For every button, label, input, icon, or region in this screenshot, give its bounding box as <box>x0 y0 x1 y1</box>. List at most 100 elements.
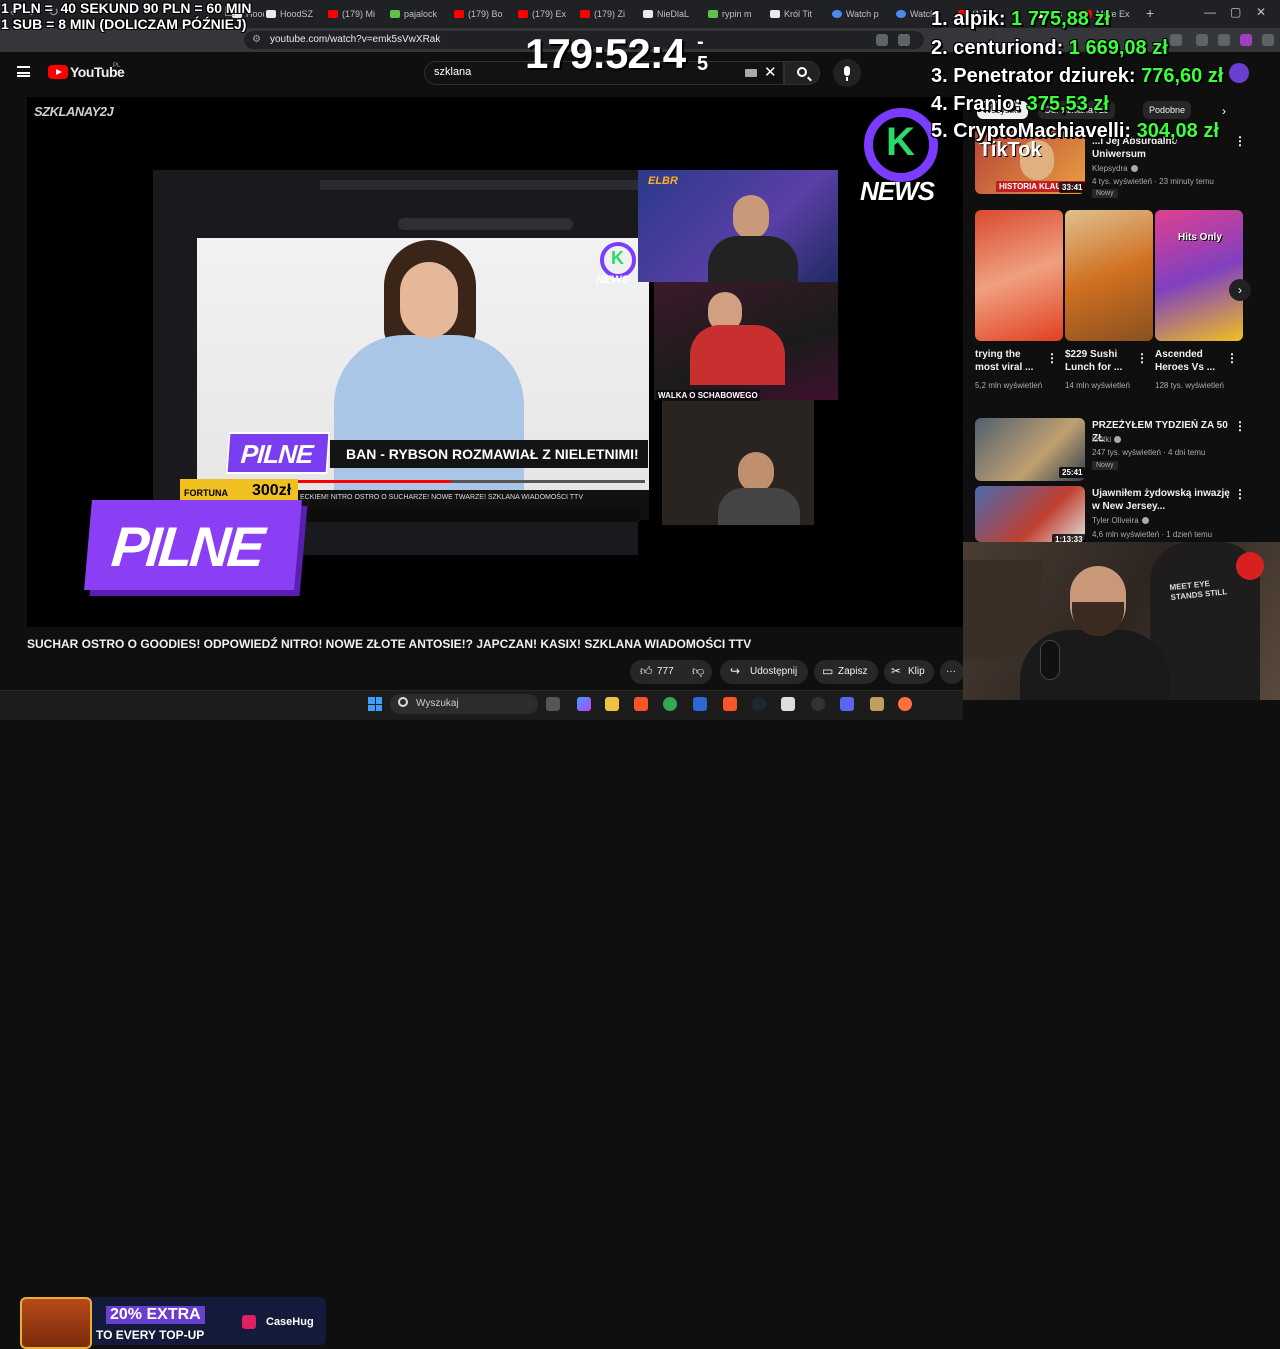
search-value[interactable]: szklana <box>434 66 471 78</box>
clip-label[interactable]: Klip <box>908 666 925 677</box>
more-options-icon[interactable]: ⋮ <box>1136 351 1148 365</box>
webcam-1-face <box>733 195 769 239</box>
file-explorer-icon[interactable] <box>605 697 619 711</box>
timer-rolling-digit: -5 <box>697 22 708 84</box>
browser-tab[interactable]: pajalock <box>390 4 450 24</box>
more-actions-label[interactable]: ··· <box>946 666 956 677</box>
channel-name-text[interactable]: Tyler Oliveira <box>1092 516 1139 525</box>
youtube-logo-icon[interactable] <box>48 65 68 79</box>
more-options-icon[interactable]: ⋮ <box>1234 487 1246 501</box>
notepad-icon[interactable] <box>781 697 795 711</box>
hamburger-menu-icon[interactable] <box>17 66 30 77</box>
more-options-icon[interactable]: ⋮ <box>1046 351 1058 365</box>
taskbar-search-placeholder[interactable]: Wyszukaj <box>416 698 459 709</box>
maximize-button[interactable]: ▢ <box>1230 5 1241 19</box>
store-icon[interactable] <box>693 697 707 711</box>
chevron-right-icon[interactable]: › <box>1229 279 1251 301</box>
brave-icon[interactable] <box>634 697 648 711</box>
thumbs-down-icon[interactable]: 👎︎ <box>692 664 704 679</box>
brave-icon[interactable] <box>723 697 737 711</box>
browser-tab[interactable]: Król Tit <box>770 4 828 24</box>
browser-tab[interactable]: (179) Mi <box>328 4 386 24</box>
obs-icon[interactable] <box>811 697 825 711</box>
pilne-badge: PILNE <box>84 500 302 590</box>
chrome-icon[interactable] <box>663 697 677 711</box>
tab-label: Król Tit <box>784 9 813 19</box>
app-icon[interactable] <box>870 697 884 711</box>
browser-tab[interactable]: (179) Zi <box>580 4 638 24</box>
search-button[interactable] <box>784 61 820 85</box>
extension-icon[interactable] <box>1240 34 1252 46</box>
leaderboard-row: 5. CryptoMachiavelli: 304,08 zł <box>931 120 1219 143</box>
browser-tab[interactable]: rypin m <box>708 4 766 24</box>
short-thumbnail[interactable] <box>1065 210 1153 341</box>
tab-favicon-icon <box>454 10 464 18</box>
knews-letter: K <box>611 248 624 268</box>
browser-tab[interactable]: NieDlaL <box>643 4 703 24</box>
task-view-icon[interactable] <box>546 697 560 711</box>
shared-screen-search <box>398 218 573 230</box>
steam-icon[interactable] <box>752 697 766 711</box>
site-info-icon[interactable]: ⚙ <box>252 34 261 45</box>
share-label[interactable]: Udostępnij <box>750 666 797 677</box>
browser-tab[interactable]: (179) Ex <box>518 4 576 24</box>
discord-icon[interactable] <box>840 697 854 711</box>
channel-name[interactable]: Tyler Oliveira <box>1092 515 1149 526</box>
minimize-button[interactable]: — <box>1204 5 1216 19</box>
knews-letter: K <box>886 120 915 164</box>
browser-tab[interactable]: (179) Bo <box>454 4 514 24</box>
tab-label: (179) Zi <box>594 9 626 19</box>
menu-icon[interactable] <box>1262 34 1274 46</box>
cast-icon[interactable] <box>876 34 888 46</box>
share-icon[interactable] <box>898 34 910 46</box>
copilot-icon[interactable] <box>577 697 591 711</box>
browser-tab[interactable]: Watch p <box>832 4 890 24</box>
fortuna-label: FORTUNA <box>184 488 228 498</box>
new-tab-button[interactable]: + <box>1146 5 1154 21</box>
video-meta: 247 tys. wyświetleń · 4 dni temu <box>1092 448 1206 457</box>
like-count[interactable]: 777 <box>657 666 674 677</box>
short-thumbnail[interactable] <box>1155 210 1243 341</box>
taskbar-search[interactable] <box>390 694 538 714</box>
keyboard-icon[interactable] <box>745 69 757 77</box>
extension-icon[interactable] <box>1170 34 1182 46</box>
tab-favicon-icon <box>708 10 718 18</box>
ticker-text: ECKIEM! NITRO OSTRO O SUCHARZE! NOWE TWA… <box>300 494 584 501</box>
microphone-icon[interactable] <box>833 59 861 87</box>
save-label[interactable]: Zapisz <box>838 666 867 677</box>
video-title[interactable]: Ujawniłem żydowską inwazję w New Jersey.… <box>1092 487 1232 513</box>
tab-label: HoodSZ <box>280 9 314 19</box>
thumbs-up-icon[interactable]: 👍︎ <box>640 664 653 679</box>
firefox-icon[interactable] <box>898 697 912 711</box>
tab-label: rypin m <box>722 9 752 19</box>
more-options-icon[interactable]: ⋮ <box>1234 134 1246 148</box>
browser-tab[interactable]: HoodSZ <box>266 4 326 24</box>
shared-lower-panel <box>300 507 640 522</box>
clear-search-icon[interactable]: ✕ <box>764 63 777 81</box>
channel-name[interactable]: Klepsydra <box>1092 163 1138 174</box>
chevron-right-icon[interactable]: › <box>1222 104 1226 118</box>
pilne-text: PILNE <box>239 439 314 469</box>
short-title[interactable]: $229 Sushi Lunch for ... <box>1065 348 1135 374</box>
tab-favicon-icon <box>328 10 338 18</box>
short-thumbnail[interactable] <box>975 210 1063 341</box>
extension-icon[interactable] <box>1196 34 1208 46</box>
pilne-text: PILNE <box>109 515 265 578</box>
channel-name-text[interactable]: krutki <box>1092 435 1111 444</box>
windows-start-icon[interactable] <box>368 697 382 711</box>
short-title[interactable]: trying the most viral ... <box>975 348 1045 374</box>
woman-figure <box>400 262 458 338</box>
duration-badge: 33:41 <box>1059 182 1086 193</box>
chip-related[interactable]: Podobne <box>1143 101 1192 119</box>
more-options-icon[interactable]: ⋮ <box>1234 419 1246 433</box>
avatar[interactable] <box>1229 63 1249 83</box>
short-title[interactable]: Ascended Heroes Vs ... <box>1155 348 1225 374</box>
channel-name[interactable]: krutki <box>1092 434 1122 445</box>
leaderboard-row: 2. centuriond: 1 669,08 zł <box>931 37 1168 60</box>
close-window-button[interactable]: ✕ <box>1256 5 1266 19</box>
channel-name-text[interactable]: Klepsydra <box>1092 164 1128 173</box>
extension-icon[interactable] <box>1218 34 1230 46</box>
url-text[interactable]: youtube.com/watch?v=emk5sVwXRak <box>270 34 440 45</box>
channel-watermark: SZKLANAY2J <box>34 104 114 119</box>
more-options-icon[interactable]: ⋮ <box>1226 351 1238 365</box>
